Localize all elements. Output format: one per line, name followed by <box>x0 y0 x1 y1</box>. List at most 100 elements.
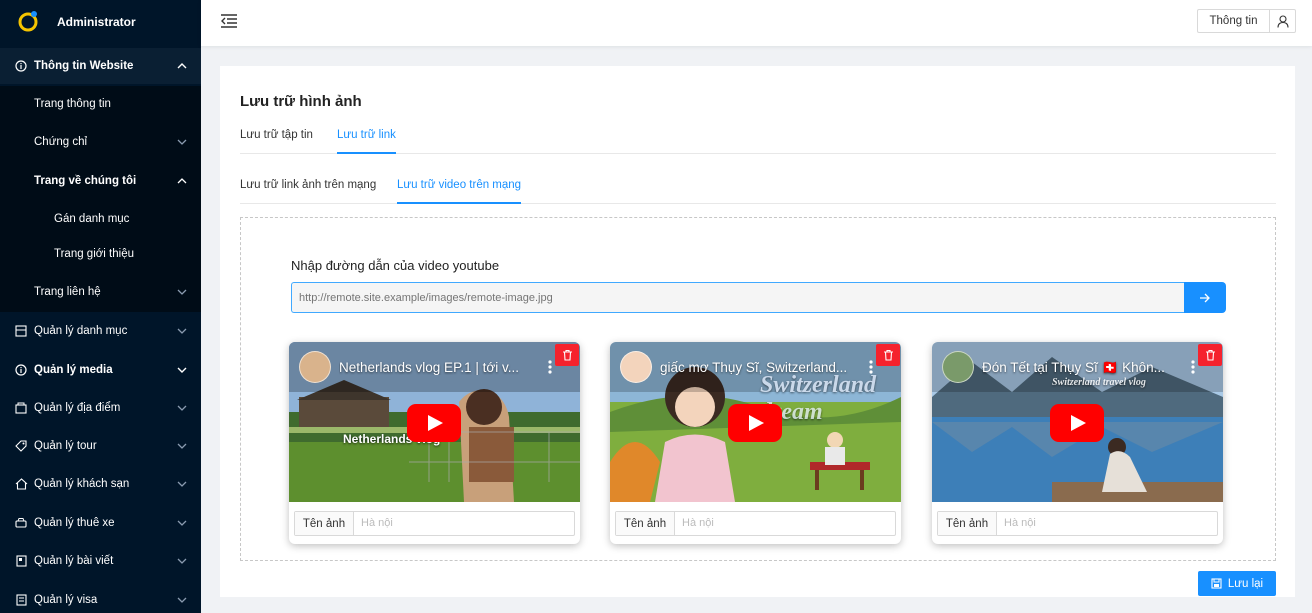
sidebar-subitem-contact-page[interactable]: Trang liên hệ <box>0 274 201 310</box>
delete-video-button[interactable] <box>1198 344 1222 366</box>
sidebar-subitem-intro-page[interactable]: Trang giới thiệu <box>0 236 201 272</box>
home-icon <box>14 477 28 491</box>
video-title: giấc mơ Thụy Sĩ, Switzerland... <box>660 360 848 375</box>
image-name-field[interactable]: Tên ảnh Hà nội <box>615 511 896 536</box>
sidebar-item-tours[interactable]: Quản lý tour <box>0 428 201 464</box>
chevron-down-icon <box>177 441 187 451</box>
chevron-down-icon <box>177 595 187 605</box>
sidebar-item-category[interactable]: Quản lý danh mục <box>0 313 201 349</box>
image-name-field[interactable]: Tên ảnh Hà nội <box>937 511 1218 536</box>
chevron-down-icon <box>177 556 187 566</box>
info-icon <box>14 59 28 73</box>
user-button[interactable] <box>1269 9 1296 33</box>
sidebar-item-label: Quản lý bài viết <box>34 555 114 567</box>
brand-name: Administrator <box>57 15 136 29</box>
info-button[interactable]: Thông tin <box>1197 9 1269 33</box>
sidebar-item-label: Quản lý khách sạn <box>34 478 130 490</box>
video-title: Netherlands vlog EP.1 | tới v... <box>339 360 519 375</box>
tag-icon <box>14 439 28 453</box>
sidebar-item-locations[interactable]: Quản lý địa điểm <box>0 390 201 426</box>
sidebar-item-media[interactable]: Quản lý media <box>0 352 201 388</box>
chevron-down-icon <box>177 365 187 375</box>
chevron-down-icon <box>177 518 187 528</box>
video-thumbnail[interactable]: Netherlands vlog Netherlands vlog EP.1 |… <box>289 342 580 502</box>
sidebar-subitem-assign-category[interactable]: Gán danh mục <box>0 201 201 237</box>
sidebar-subitem-certificates[interactable]: Chứng chỉ <box>0 124 201 160</box>
thumbnail-caption: Switzerland travel vlog <box>1052 377 1146 388</box>
file-icon <box>14 554 28 568</box>
trash-icon <box>883 349 893 361</box>
more-options-icon[interactable] <box>547 359 553 375</box>
image-name-input[interactable]: Hà nội <box>682 517 714 529</box>
more-options-icon[interactable] <box>1190 359 1196 375</box>
image-name-label: Tên ảnh <box>616 512 675 535</box>
sidebar-item-label: Quản lý thuê xe <box>34 517 115 529</box>
tab-link-storage[interactable]: Lưu trữ link <box>337 129 396 154</box>
chevron-up-icon <box>177 61 187 71</box>
sidebar-item-label: Quản lý tour <box>34 440 97 452</box>
sidebar-item-hotels[interactable]: Quản lý khách sạn <box>0 466 201 502</box>
tab-file-storage[interactable]: Lưu trữ tập tin <box>240 129 313 154</box>
delete-video-button[interactable] <box>876 344 900 366</box>
delete-video-button[interactable] <box>555 344 579 366</box>
list-icon <box>14 324 28 338</box>
main-card: Lưu trữ hình ảnh Lưu trữ tập tin Lưu trữ… <box>220 66 1295 597</box>
youtube-play-icon[interactable] <box>1050 404 1104 442</box>
sidebar-subitem-info-page[interactable]: Trang thông tin <box>0 86 201 122</box>
image-name-input[interactable]: Hà nội <box>1004 517 1036 529</box>
sidebar-item-label: Thông tin Website <box>34 60 134 72</box>
sidebar-subitem-label: Trang thông tin <box>34 98 111 110</box>
sidebar: Administrator Thông tin Website Trang th… <box>0 0 201 613</box>
sidebar-subitem-about-page[interactable]: Trang về chúng tôi <box>0 163 201 199</box>
tab-image-links[interactable]: Lưu trữ link ảnh trên mạng <box>240 179 376 204</box>
save-button-label: Lưu lại <box>1227 577 1264 590</box>
youtube-play-icon[interactable] <box>407 404 461 442</box>
more-options-icon[interactable] <box>868 359 874 375</box>
sidebar-subitem-label: Trang về chúng tôi <box>34 175 137 187</box>
video-card: Netherlands vlog Netherlands vlog EP.1 |… <box>289 342 580 544</box>
youtube-url-input[interactable] <box>291 282 1184 313</box>
youtube-url-label: Nhập đường dẫn của video youtube <box>291 258 500 273</box>
arrow-right-icon <box>1200 293 1210 302</box>
sidebar-item-articles[interactable]: Quản lý bài viết <box>0 543 201 579</box>
video-dropzone: Nhập đường dẫn của video youtube http://… <box>240 217 1276 561</box>
map-pin-icon <box>14 401 28 415</box>
image-name-input[interactable]: Hà nội <box>361 517 393 529</box>
sidebar-item-label: Quản lý danh mục <box>34 325 128 337</box>
image-name-field[interactable]: Tên ảnh Hà nội <box>294 511 575 536</box>
youtube-play-icon[interactable] <box>728 404 782 442</box>
sidebar-subitem-label: Trang giới thiệu <box>54 248 134 260</box>
storage-tabs: Lưu trữ tập tin Lưu trữ link <box>240 126 1276 154</box>
document-icon <box>14 593 28 607</box>
user-icon <box>1276 14 1289 28</box>
chevron-down-icon <box>177 479 187 489</box>
trash-icon <box>1205 349 1215 361</box>
channel-avatar <box>942 351 974 383</box>
sidebar-item-label: Quản lý visa <box>34 594 98 606</box>
video-title: Đón Tết tại Thụy Sĩ 🇨🇭 Khôn... <box>982 360 1165 375</box>
sidebar-logo-row: Administrator <box>0 0 201 44</box>
tab-video-links[interactable]: Lưu trữ video trên mạng <box>397 179 522 204</box>
chevron-up-icon <box>177 175 187 187</box>
car-icon <box>14 516 28 530</box>
sidebar-item-car-rental[interactable]: Quản lý thuê xe <box>0 505 201 541</box>
submit-url-button[interactable] <box>1184 282 1226 313</box>
save-icon <box>1211 578 1222 589</box>
sidebar-item-label: Quản lý media <box>34 364 113 376</box>
sidebar-subitem-label: Trang liên hệ <box>34 286 101 298</box>
logo-icon <box>18 11 38 32</box>
video-thumbnail[interactable]: Switzerland travel vlog Đón Tết tại Thụy… <box>932 342 1223 502</box>
sidebar-submenu: Trang thông tin Chứng chỉ Trang về chúng… <box>0 86 201 312</box>
page-title: Lưu trữ hình ảnh <box>240 93 362 110</box>
chevron-down-icon <box>177 136 187 148</box>
menu-fold-icon[interactable] <box>220 13 238 29</box>
image-name-label: Tên ảnh <box>295 512 354 535</box>
sidebar-subitem-label: Gán danh mục <box>54 213 130 225</box>
save-button[interactable]: Lưu lại <box>1198 571 1276 596</box>
chevron-down-icon <box>177 286 187 298</box>
sidebar-item-visa[interactable]: Quản lý visa <box>0 582 201 613</box>
video-thumbnail[interactable]: Switzerland dream giấc mơ Thụy Sĩ, Switz… <box>610 342 901 502</box>
top-header: Thông tin <box>201 0 1312 46</box>
video-card: Switzerland travel vlog Đón Tết tại Thụy… <box>932 342 1223 544</box>
sidebar-item-website-info[interactable]: Thông tin Website <box>0 48 201 84</box>
